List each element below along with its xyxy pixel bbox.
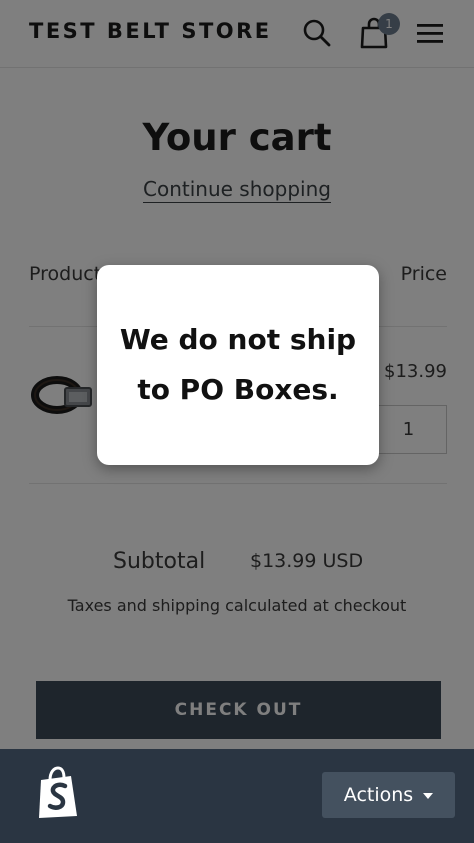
actions-label: Actions <box>343 784 414 806</box>
modal-message: We do not ship to PO Boxes. <box>119 323 357 406</box>
alert-modal[interactable]: We do not ship to PO Boxes. <box>97 265 379 465</box>
caret-down-icon <box>423 793 434 799</box>
actions-button[interactable]: Actions <box>322 772 455 818</box>
shopify-bag-icon[interactable] <box>35 766 81 820</box>
